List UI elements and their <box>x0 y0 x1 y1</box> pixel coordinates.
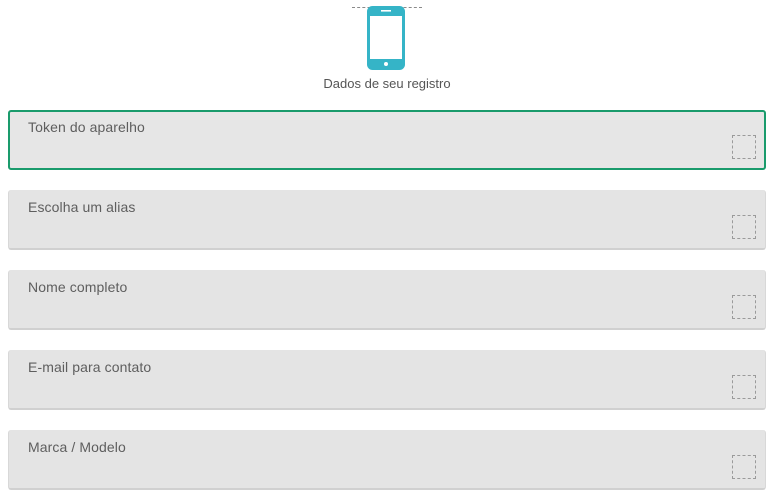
device-token-input[interactable] <box>29 142 719 164</box>
brand-model-label: Marca / Modelo <box>28 439 126 455</box>
alias-input[interactable] <box>28 220 718 242</box>
device-token-box <box>732 135 756 159</box>
contact-email-box <box>732 375 756 399</box>
contact-email-input[interactable] <box>28 380 718 402</box>
alias-field[interactable]: Escolha um alias <box>8 190 766 250</box>
smartphone-icon <box>367 6 405 70</box>
full-name-label: Nome completo <box>28 279 128 295</box>
alias-box <box>732 215 756 239</box>
contact-email-label: E-mail para contato <box>28 359 152 375</box>
registration-subtitle: Dados de seu registro <box>323 76 451 91</box>
full-name-input[interactable] <box>28 300 718 322</box>
full-name-field[interactable]: Nome completo <box>8 270 766 330</box>
phone-illustration <box>352 6 422 70</box>
alias-label: Escolha um alias <box>28 199 136 215</box>
registration-header: Dados de seu registro <box>0 0 774 100</box>
contact-email-field[interactable]: E-mail para contato <box>8 350 766 410</box>
device-token-field[interactable]: Token do aparelho <box>8 110 766 170</box>
device-token-label: Token do aparelho <box>28 119 145 135</box>
brand-model-field[interactable]: Marca / Modelo <box>8 430 766 490</box>
full-name-box <box>732 295 756 319</box>
brand-model-input[interactable] <box>28 460 718 482</box>
registration-page: Dados de seu registro Token do aparelho … <box>0 0 774 500</box>
brand-model-box <box>732 455 756 479</box>
